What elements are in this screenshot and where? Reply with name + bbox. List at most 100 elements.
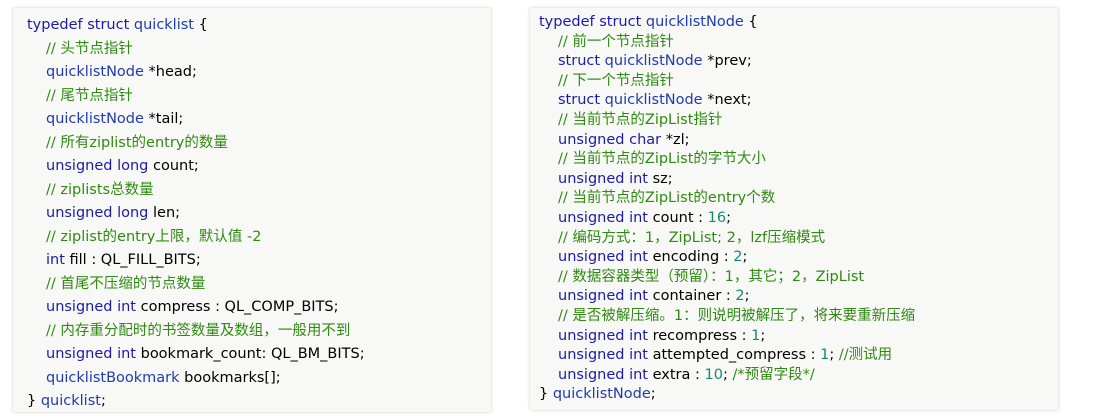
- code-line: // 头节点指针: [27, 38, 365, 62]
- code-text: }: [539, 386, 553, 403]
- number-literal: 1: [751, 327, 761, 344]
- code-text: }: [27, 393, 41, 409]
- code-text: *tail;: [143, 111, 184, 127]
- quicklistnode-code-block: typedef struct quicklistNode { // 前一个节点指针…: [530, 8, 1058, 410]
- number-literal: 16: [707, 209, 727, 226]
- quicklist-code[interactable]: typedef struct quicklist {// 头节点指针 quickl…: [27, 14, 365, 412]
- comment: // 内存重分配时的书签数量及数组，一般用不到: [46, 322, 351, 339]
- comment: // 数据容器类型（预留）：1，其它；2，ZipList: [558, 268, 865, 285]
- keyword: unsigned int: [558, 249, 648, 266]
- code-text: *head;: [143, 64, 197, 80]
- number-literal: 2: [735, 288, 745, 305]
- code-line: } quicklistNode;: [539, 385, 915, 405]
- code-text: *zl;: [661, 131, 690, 148]
- code-text: recompress :: [648, 327, 752, 344]
- type-name: quicklist: [133, 17, 194, 33]
- keyword: struct: [558, 53, 605, 70]
- code-line: // 首尾不压缩的节点数量: [27, 273, 365, 297]
- keyword: typedef struct: [539, 14, 646, 30]
- keyword: unsigned int: [558, 366, 648, 383]
- code-text: {: [743, 14, 758, 30]
- comment: // 是否被解压缩。1：则说明被解压了，将来要重新压缩: [558, 307, 916, 324]
- code-line: unsigned int bookmark_count: QL_BM_BITS;: [27, 343, 365, 367]
- code-text: ;: [742, 249, 748, 266]
- comment: // ziplist的entry上限，默认值 -2: [46, 228, 262, 245]
- type-name: quicklist: [40, 393, 101, 409]
- code-text: *prev;: [702, 53, 752, 70]
- comment: //测试用: [838, 347, 893, 364]
- code-line: typedef struct quicklist {: [27, 14, 365, 38]
- comment: // ziplists总数量: [46, 181, 154, 198]
- keyword: typedef struct: [27, 17, 134, 33]
- comment: // 所有ziplist的entry的数量: [46, 134, 228, 151]
- code-line: unsigned int encoding : 2;: [539, 248, 915, 268]
- code-line: struct quicklistNode *prev;: [539, 52, 915, 72]
- keyword: unsigned int: [558, 170, 648, 187]
- keyword: struct: [558, 92, 605, 109]
- keyword: unsigned int: [46, 346, 136, 362]
- code-line: // ziplist的entry上限，默认值 -2: [27, 226, 365, 250]
- code-line: struct quicklistNode *next;: [539, 91, 915, 111]
- code-line: // 当前节点的ZipList的字节大小: [539, 150, 915, 170]
- code-line: unsigned long count;: [27, 155, 365, 179]
- type-name: quicklistNode: [46, 111, 144, 127]
- type-name: quicklistNode: [552, 386, 651, 403]
- code-text: len;: [148, 205, 181, 221]
- type-name: quicklistNode: [604, 53, 703, 70]
- code-text: container :: [648, 288, 736, 305]
- code-line: unsigned int count : 16;: [539, 209, 915, 229]
- code-text: bookmark_count: QL_BM_BITS;: [136, 346, 365, 362]
- keyword: unsigned char: [558, 131, 662, 148]
- code-text: count :: [648, 209, 708, 226]
- comment: // 尾节点指针: [46, 87, 133, 104]
- code-text: sz;: [648, 170, 673, 187]
- quicklist-code-block: typedef struct quicklist {// 头节点指针 quickl…: [13, 8, 491, 412]
- code-line: // 是否被解压缩。1：则说明被解压了，将来要重新压缩: [539, 307, 915, 327]
- code-line: // 尾节点指针: [27, 85, 365, 109]
- code-text: attempted_compress :: [648, 347, 821, 364]
- code-line: // 内存重分配时的书签数量及数组，一般用不到: [27, 320, 365, 344]
- code-line: int fill : QL_FILL_BITS;: [27, 249, 365, 273]
- quicklistnode-code[interactable]: typedef struct quicklistNode { // 前一个节点指针…: [539, 13, 915, 405]
- comment: // 头节点指针: [46, 40, 133, 57]
- code-line: quicklistBookmark bookmarks[];: [27, 367, 365, 391]
- type-name: quicklistBookmark: [46, 369, 180, 386]
- number-literal: 1: [820, 347, 830, 364]
- comment: /*预留字段*/: [732, 366, 815, 383]
- code-line: unsigned long len;: [27, 202, 365, 226]
- comment: // 当前节点的ZipList的entry个数: [558, 190, 776, 207]
- code-line: unsigned int sz;: [539, 170, 915, 190]
- code-text: *next;: [702, 92, 752, 109]
- keyword: unsigned int: [558, 288, 648, 305]
- type-name: quicklistNode: [46, 64, 144, 80]
- code-text: bookmarks[];: [179, 369, 281, 386]
- code-text: count;: [148, 158, 199, 174]
- code-text: compress : QL_COMP_BITS;: [136, 299, 339, 315]
- comment: // 首尾不压缩的节点数量: [46, 275, 206, 292]
- code-text: encoding :: [648, 249, 734, 266]
- code-text: ;: [100, 393, 106, 409]
- keyword: unsigned int: [46, 299, 136, 315]
- keyword: unsigned long: [46, 158, 149, 174]
- code-line: unsigned int extra : 10; /*预留字段*/: [539, 366, 915, 386]
- code-line: // 当前节点的ZipList指针: [539, 111, 915, 131]
- code-text: fill : QL_FILL_BITS;: [64, 252, 201, 268]
- code-line: unsigned int container : 2;: [539, 287, 915, 307]
- code-line: quicklistNode *tail;: [27, 108, 365, 132]
- code-line: unsigned int compress : QL_COMP_BITS;: [27, 296, 365, 320]
- code-line: unsigned char *zl;: [539, 131, 915, 151]
- type-name: quicklistNode: [604, 92, 703, 109]
- code-line: // 所有ziplist的entry的数量: [27, 132, 365, 156]
- code-line: // ziplists总数量: [27, 179, 365, 203]
- code-line: unsigned int attempted_compress : 1; //测…: [539, 346, 915, 366]
- code-line: // 当前节点的ZipList的entry个数: [539, 189, 915, 209]
- comment: // 当前节点的ZipList指针: [558, 111, 723, 128]
- code-text: ;: [744, 288, 750, 305]
- code-text: ;: [726, 209, 731, 226]
- comment: // 前一个节点指针: [558, 33, 674, 50]
- type-name: quicklistNode: [645, 14, 744, 30]
- keyword: unsigned int: [558, 209, 648, 226]
- keyword: unsigned long: [46, 205, 149, 221]
- code-text: extra :: [648, 366, 705, 383]
- code-line: quicklistNode *head;: [27, 61, 365, 85]
